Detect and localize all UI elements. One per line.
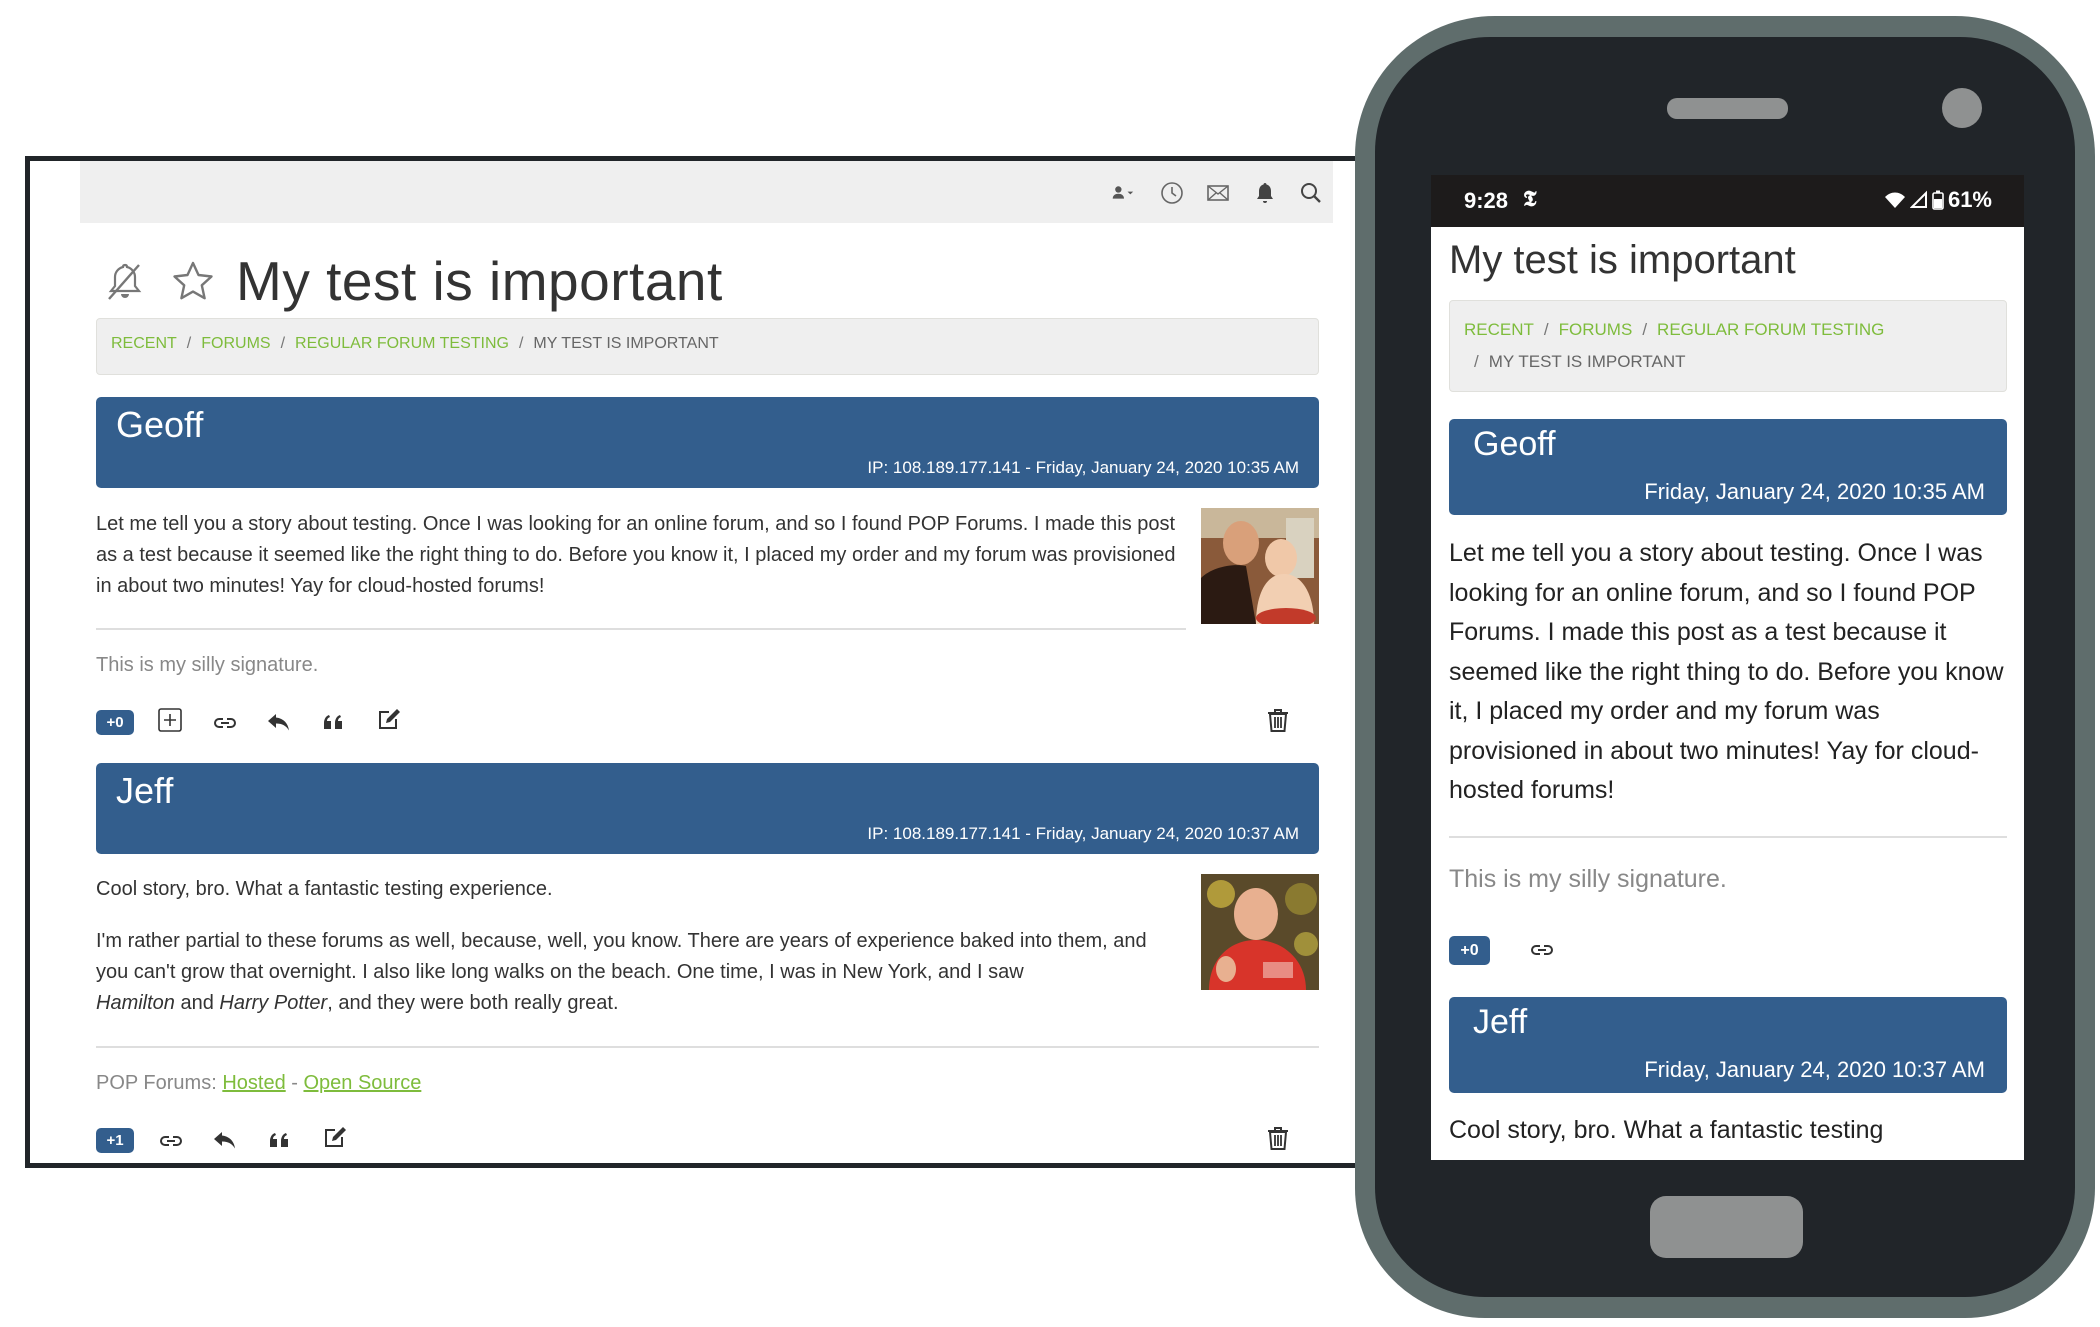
post-paragraph-text: I'm rather partial to these forums as we… xyxy=(96,930,1147,983)
breadcrumb-recent[interactable]: RECENT xyxy=(111,335,177,352)
edit-icon[interactable] xyxy=(374,704,404,734)
post-author[interactable]: Geoff xyxy=(1473,425,1556,464)
post-body: Cool story, bro. What a fantastic testin… xyxy=(96,874,1186,1019)
post-body: Let me tell you a story about testing. O… xyxy=(1449,539,2004,804)
signature-link-open-source[interactable]: Open Source xyxy=(303,1072,421,1094)
status-indicators: 61% xyxy=(1884,187,1992,213)
status-time: 9:28 xyxy=(1464,188,1509,213)
post-meta: Friday, January 24, 2020 10:37 AM xyxy=(1644,1057,1985,1082)
post-signature: This is my silly signature. xyxy=(1449,865,1727,893)
phone-home-button[interactable] xyxy=(1650,1196,1803,1258)
post-author[interactable]: Geoff xyxy=(116,404,203,446)
battery-icon xyxy=(1932,190,1944,210)
post-signature: POP Forums: Hosted - Open Source xyxy=(96,1072,421,1095)
post-paragraph: I'm rather partial to these forums as we… xyxy=(96,926,1156,1019)
breadcrumb-current: MY TEST IS IMPORTANT xyxy=(1488,352,1686,371)
post-paragraph: Cool story, bro. What a fantastic testin… xyxy=(96,878,553,900)
post-paragraph: Let me tell you a story about testing. O… xyxy=(96,513,1176,597)
post-header-geoff: Geoff IP: 108.189.177.141 - Friday, Janu… xyxy=(96,397,1319,488)
vote-count-badge[interactable]: +0 xyxy=(1449,936,1490,965)
vote-plus-icon[interactable] xyxy=(155,705,185,735)
post-header-jeff: Jeff Friday, January 24, 2020 10:37 AM xyxy=(1449,997,2007,1093)
post-meta: IP: 108.189.177.141 - Friday, January 24… xyxy=(867,458,1299,477)
breadcrumb: RECENT / FORUMS / REGULAR FORUM TESTING / MY T… xyxy=(96,318,1319,375)
post-author[interactable]: Jeff xyxy=(116,770,173,812)
breadcrumb-separator: / xyxy=(1474,352,1479,371)
breadcrumb-separator: / xyxy=(280,335,286,352)
link-icon[interactable] xyxy=(156,1126,186,1156)
battery-percentage: 61% xyxy=(1947,187,1992,212)
post-author[interactable]: Jeff xyxy=(1473,1003,1527,1042)
breadcrumb-forums[interactable]: FORUMS xyxy=(1559,320,1633,339)
delete-trash-icon[interactable] xyxy=(1263,1123,1293,1153)
post-divider xyxy=(96,628,1186,630)
user-menu-icon[interactable] xyxy=(1104,179,1144,207)
avatar-photo-jeff xyxy=(1201,874,1319,990)
breadcrumb-regular-forum-testing[interactable]: REGULAR FORUM TESTING xyxy=(295,335,509,352)
notifications-bell-icon[interactable] xyxy=(1251,179,1279,207)
delete-trash-icon[interactable] xyxy=(1263,705,1293,735)
post-divider xyxy=(96,1046,1319,1048)
nyt-t-icon: 𝕿 xyxy=(1523,186,1537,212)
page-title: My test is important xyxy=(236,250,723,312)
post-meta: IP: 108.189.177.141 - Friday, January 24… xyxy=(867,824,1299,843)
cell-signal-icon xyxy=(1909,190,1927,208)
page-title: My test is important xyxy=(1449,238,1796,282)
vote-count-badge[interactable]: +0 xyxy=(96,710,134,735)
link-icon[interactable] xyxy=(210,708,240,738)
breadcrumb-separator: / xyxy=(186,335,192,352)
recent-clock-icon[interactable] xyxy=(1158,179,1186,207)
post-header-jeff: Jeff IP: 108.189.177.141 - Friday, Janua… xyxy=(96,763,1319,854)
post-body: Cool story, bro. What a fantastic testin… xyxy=(1449,1116,1884,1144)
avatar-geoff[interactable] xyxy=(1201,508,1319,624)
post-meta: Friday, January 24, 2020 10:35 AM xyxy=(1644,479,1985,504)
signature-link-hosted[interactable]: Hosted xyxy=(222,1072,285,1094)
post-text: and xyxy=(174,992,220,1014)
reply-icon[interactable] xyxy=(264,707,294,737)
breadcrumb-separator: / xyxy=(1642,320,1648,339)
phone-speaker xyxy=(1667,98,1788,119)
quote-icon[interactable] xyxy=(265,1125,295,1155)
status-bar: 9:28 𝕿 61% xyxy=(1431,175,2024,227)
italic-title-hamilton: Hamilton xyxy=(96,992,175,1014)
post-signature: This is my silly signature. xyxy=(96,654,319,676)
search-icon[interactable] xyxy=(1297,179,1325,207)
signature-separator: - xyxy=(285,1072,304,1094)
breadcrumb-forums[interactable]: FORUMS xyxy=(201,335,270,352)
quote-icon[interactable] xyxy=(319,707,349,737)
breadcrumb-regular-forum-testing[interactable]: REGULAR FORUM TESTING xyxy=(1657,320,1884,339)
vote-count-badge[interactable]: +1 xyxy=(96,1128,134,1153)
topic-title-row: My test is important xyxy=(100,246,723,316)
signature-prefix: POP Forums: xyxy=(96,1072,223,1094)
phone-camera xyxy=(1942,88,1982,128)
post-header-geoff: Geoff Friday, January 24, 2020 10:35 AM xyxy=(1449,419,2007,515)
avatar-photo-geoff xyxy=(1201,508,1319,624)
reply-icon[interactable] xyxy=(210,1125,240,1155)
breadcrumb-separator: / xyxy=(518,335,524,352)
messages-envelope-icon[interactable] xyxy=(1204,179,1232,207)
post-divider xyxy=(1449,836,2007,838)
breadcrumb: RECENT / FORUMS / REGULAR FORUM TESTING / MY T… xyxy=(1449,300,2007,392)
link-icon[interactable] xyxy=(1527,935,1557,965)
phone-screen: 9:28 𝕿 61% My test is important RECENT / F… xyxy=(1431,175,2024,1160)
avatar-jeff[interactable] xyxy=(1201,874,1319,990)
post-body: Let me tell you a story about testing. O… xyxy=(96,509,1186,602)
breadcrumb-recent[interactable]: RECENT xyxy=(1464,320,1534,339)
top-navbar xyxy=(80,161,1333,223)
bell-slash-icon[interactable] xyxy=(100,256,150,306)
wifi-icon xyxy=(1884,192,1905,208)
italic-title-harry-potter: Harry Potter xyxy=(219,992,328,1014)
star-outline-icon[interactable] xyxy=(168,256,218,306)
edit-icon[interactable] xyxy=(320,1122,350,1152)
breadcrumb-separator: / xyxy=(1543,320,1549,339)
breadcrumb-current: MY TEST IS IMPORTANT xyxy=(533,335,719,352)
post-text: , and they were both really great. xyxy=(327,992,619,1014)
desktop-browser-frame: My test is important RECENT / FORUMS / REGUL… xyxy=(25,156,1385,1168)
